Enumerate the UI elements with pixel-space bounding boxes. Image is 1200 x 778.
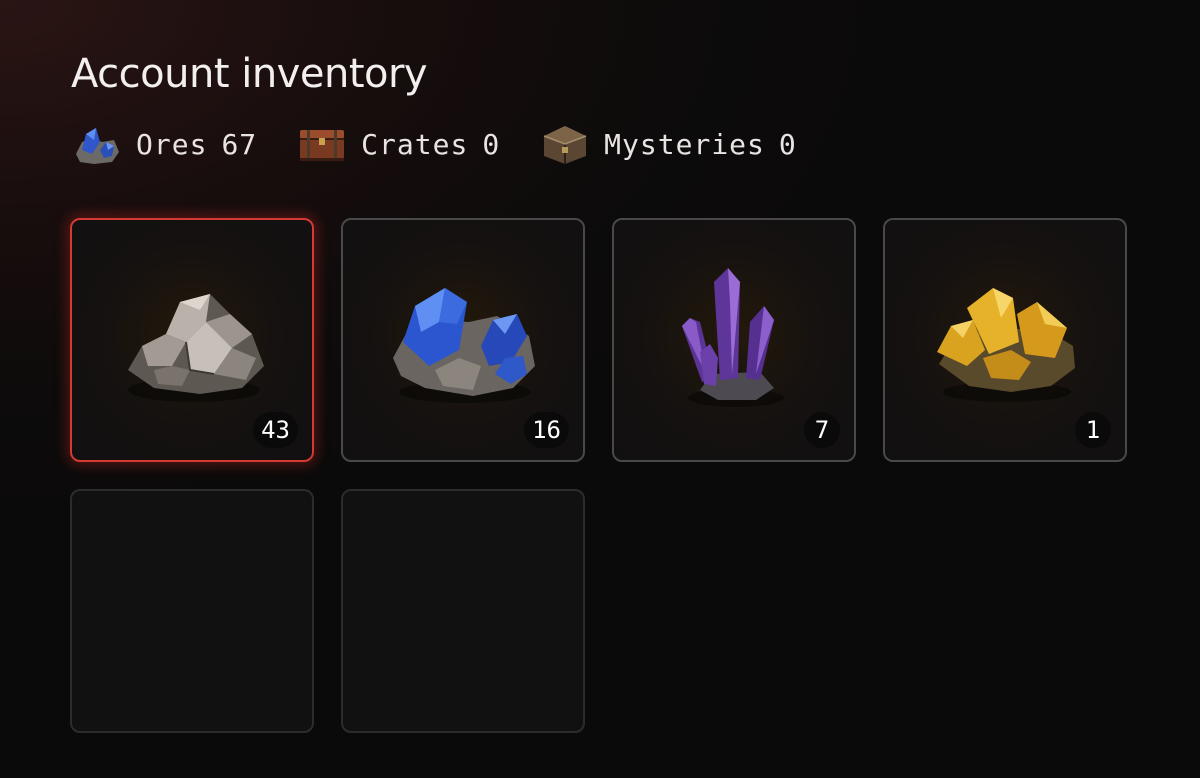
amethyst-crystal-icon	[682, 268, 784, 407]
inventory-slot-stone-ore[interactable]: 43	[70, 218, 314, 462]
mysteries-count: 0	[778, 127, 797, 161]
sapphire-ore-icon	[393, 288, 535, 403]
inventory-slot-sapphire-ore[interactable]: 16	[341, 218, 585, 462]
crates-label: Crates	[361, 127, 469, 161]
inventory-slot-empty[interactable]	[341, 489, 585, 733]
inventory-slot-gold-ore[interactable]: 1	[883, 218, 1127, 462]
slot-quantity-badge: 7	[804, 412, 840, 448]
ores-count: 67	[221, 127, 258, 161]
ores-label: Ores	[136, 127, 208, 161]
crate-icon	[300, 130, 345, 161]
inventory-summary: Ores 67 Crates 0 Mysteries 0	[72, 120, 837, 168]
slot-quantity-badge: 16	[524, 412, 569, 448]
mysteries-label: Mysteries	[604, 127, 765, 161]
stone-ore-icon	[128, 294, 264, 402]
inventory-slot-amethyst[interactable]: 7	[612, 218, 856, 462]
ores-stat: Ores 67	[72, 120, 257, 168]
inventory-slot-empty[interactable]	[70, 489, 314, 733]
page-title: Account inventory	[71, 51, 428, 97]
mystery-chest-icon	[543, 126, 587, 164]
blue-ore-icon	[76, 128, 119, 164]
gold-ore-icon	[937, 288, 1075, 402]
crates-count: 0	[482, 127, 501, 161]
mysteries-stat: Mysteries 0	[540, 120, 797, 168]
slot-quantity-badge: 1	[1075, 412, 1111, 448]
crates-stat: Crates 0	[297, 120, 500, 168]
slot-quantity-badge: 43	[253, 412, 298, 448]
